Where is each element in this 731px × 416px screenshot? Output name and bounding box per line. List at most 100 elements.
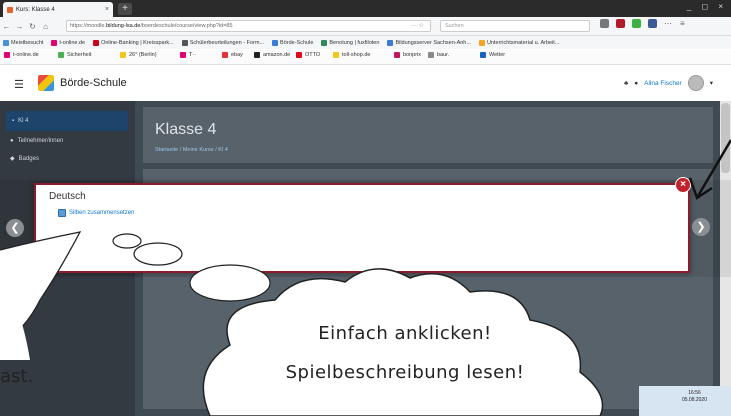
bookmark-item[interactable]: OTTO — [296, 52, 320, 58]
window-controls[interactable]: _ ◻ × — [687, 2, 727, 11]
bookmark-item[interactable]: t-online.de — [4, 52, 39, 58]
bookmark-item[interactable]: ebay — [222, 52, 243, 58]
avatar[interactable] — [687, 75, 704, 91]
new-tab-button[interactable]: + — [118, 3, 132, 15]
bookmark-icon — [387, 39, 394, 46]
breadcrumb[interactable]: Startseite / Meine Kurse / Kl 4 — [155, 147, 228, 153]
user-name[interactable]: Alina Fischer — [644, 80, 682, 87]
system-clock[interactable]: 16:56 05.08.2020 — [682, 390, 707, 404]
bookmark-label: t-online.de — [13, 52, 39, 58]
school-logo[interactable] — [38, 75, 54, 91]
bookmark-icon — [272, 39, 279, 46]
bubble-line-2: Spielbeschreibung lesen! — [285, 362, 525, 383]
bookmark-label: Meistbesucht — [11, 39, 44, 46]
sidebar-item-label: Badges — [18, 155, 39, 162]
bookmark-label: Sicherheit — [67, 52, 92, 58]
course-header: Klasse 4 Startseite / Meine Kurse / Kl 4 — [143, 107, 713, 163]
bookmark-icon — [180, 52, 186, 58]
bookmark-icon — [480, 52, 486, 58]
previous-section-icon[interactable]: ❮ — [6, 219, 24, 237]
bookmark-icon — [254, 52, 260, 58]
bookmark-item[interactable]: Schülerbeurteilungen - Form... — [181, 39, 264, 46]
sidebar-item-badges[interactable]: ◆ Badges — [10, 155, 39, 163]
toolbar-icons: ⋯ ≡ — [600, 19, 689, 28]
bookmark-item[interactable]: toll-shop.de — [333, 52, 370, 58]
back-arrow-icon[interactable]: ← — [0, 22, 13, 31]
bookmark-label: Online-Banking | Kreisspark... — [101, 39, 174, 46]
browser-tab[interactable]: Kurs: Klasse 4 × — [3, 2, 113, 17]
overflow-menu-icon[interactable]: ⋯ — [664, 19, 673, 28]
sidebar-item-label: Teilnehmer/innen — [17, 138, 64, 144]
bookmark-item[interactable]: baur. — [428, 52, 449, 58]
sidebar-item-participants[interactable]: ● Teilnehmer/innen — [10, 138, 63, 144]
extension-icon[interactable] — [632, 19, 641, 28]
bookmark-item[interactable]: t-online.de — [51, 39, 85, 46]
browser-titlebar: Kurs: Klasse 4 × + _ ◻ × — [0, 0, 731, 17]
section-popup: Deutsch Silben zusammensetzen — [34, 183, 690, 273]
bookmark-item[interactable]: Sicherheit — [58, 52, 91, 58]
bookmark-item[interactable]: Unterrichtsmaterial u. Arbeit... — [478, 39, 560, 46]
bookmark-item[interactable]: Wetter — [480, 52, 505, 58]
bookmark-item[interactable]: T·· — [180, 52, 196, 58]
nav-drawer-toggle-icon[interactable]: ☰ — [14, 78, 24, 91]
bookmark-label: ebay — [231, 52, 243, 58]
bookmark-label: baur. — [437, 52, 450, 58]
library-icon[interactable] — [600, 19, 609, 28]
notification-bell-icon[interactable]: ♣ — [624, 80, 628, 87]
url-host: bildung-lsa.de — [106, 23, 141, 29]
activity-icon — [58, 209, 66, 217]
activity-link[interactable]: Silben zusammensetzen — [58, 209, 134, 217]
next-section-icon[interactable]: ❯ — [692, 218, 710, 236]
bookmark-item[interactable]: Bildungsserver Sachsen-Anh... — [387, 39, 471, 46]
page-actions[interactable]: ··· ☆ — [411, 22, 424, 29]
tab-close-icon[interactable]: × — [105, 6, 113, 13]
bookmark-icon — [120, 52, 126, 58]
bookmark-icon — [321, 39, 328, 46]
tab-title: Kurs: Klasse 4 — [16, 6, 55, 13]
bookmark-label: Unterrichtsmaterial u. Arbeit... — [486, 39, 560, 46]
bookmark-label: Wetter — [489, 52, 506, 58]
bookmark-item[interactable]: Online-Banking | Kreisspark... — [93, 39, 174, 46]
bookmark-item[interactable]: Benotung | fuxfiloten — [321, 39, 379, 46]
forward-arrow-icon[interactable]: → — [13, 22, 26, 31]
user-menu[interactable]: ♣ ● Alina Fischer ▾ — [624, 75, 713, 91]
address-bar[interactable]: https://moodle. bildung-lsa.de/boerdeschu… — [66, 20, 431, 32]
bookmark-icon — [3, 39, 9, 46]
bookmark-label: bonprix — [403, 52, 422, 58]
url-prefix: https://moodle. — [70, 23, 107, 29]
page-title: Klasse 4 — [155, 121, 217, 138]
bookmark-icon — [51, 39, 58, 46]
bookmark-item[interactable]: Börde-Schule — [272, 39, 314, 46]
home-icon[interactable]: ⌂ — [39, 22, 52, 31]
browser-search-input[interactable]: Suchen — [440, 20, 590, 32]
bookmark-label: T·· — [189, 52, 197, 58]
bookmark-icon — [394, 52, 400, 58]
bookmark-item[interactable]: Meistbesucht — [3, 39, 44, 46]
site-name[interactable]: Börde-Schule — [60, 77, 127, 89]
message-icon[interactable]: ● — [634, 80, 638, 87]
left-bubble-text: ast. — [0, 366, 34, 387]
bookmark-icon — [478, 39, 485, 46]
reload-icon[interactable]: ↻ — [26, 22, 39, 31]
bookmarks-toolbar: Meistbesucht t-online.de Online-Banking | … — [0, 36, 731, 49]
bookmark-item[interactable]: amazon.de — [254, 52, 290, 58]
scroll-thumb[interactable] — [721, 103, 730, 173]
clock-date: 05.08.2020 — [681, 397, 707, 403]
bookmarks-toolbar-secondary: t-online.de Sicherheit 26° (Berlin) T·· ebay… — [0, 50, 731, 65]
url-path: /boerdeschule/course/view.php?id=85 — [140, 23, 233, 29]
bookmark-icon — [181, 39, 188, 46]
bookmark-label: Börde-Schule — [280, 39, 314, 46]
popup-title: Deutsch — [49, 191, 86, 202]
chevron-down-icon[interactable]: ▾ — [710, 79, 713, 87]
activity-link-label[interactable]: Silben zusammensetzen — [69, 210, 134, 216]
hamburger-menu-icon[interactable]: ≡ — [680, 19, 689, 28]
close-icon[interactable]: × — [675, 177, 691, 193]
bubble-line-1: Einfach anklicken! — [318, 323, 492, 344]
bookmark-label: toll-shop.de — [342, 52, 371, 58]
sidebar-item-course[interactable]: ▪ Kl 4 — [6, 111, 128, 131]
bookmark-item[interactable]: bonprix — [394, 52, 421, 58]
facebook-icon[interactable] — [648, 19, 657, 28]
navigation-bar: ← → ↻ ⌂ https://moodle. bildung-lsa.de/bo… — [0, 17, 731, 36]
extension-icon[interactable] — [616, 19, 625, 28]
bookmark-item[interactable]: 26° (Berlin) — [120, 52, 157, 58]
